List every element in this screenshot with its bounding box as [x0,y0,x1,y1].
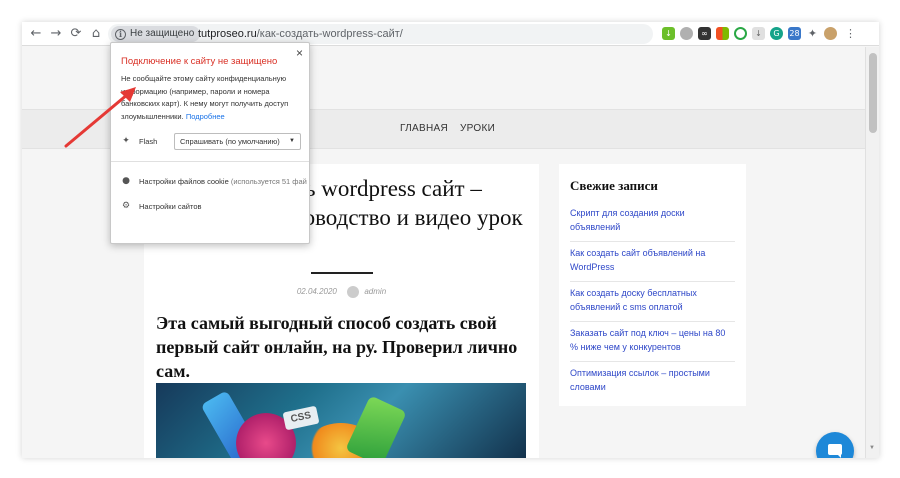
page-scrollbar[interactable]: ▼ [865,47,879,458]
recent-post-link[interactable]: Скрипт для создания доски объявлений [570,202,735,242]
site-settings-row[interactable]: ⚙ Настройки сайтов [121,201,202,211]
download-extension-icon[interactable]: ↓ [662,27,675,40]
learn-more-link[interactable]: Подробнее [186,112,225,121]
close-icon[interactable]: × [296,46,303,60]
recent-post-link[interactable]: Заказать сайт под ключ – цены на 80 % ни… [570,322,735,362]
site-settings-label: Настройки сайтов [139,201,202,211]
glasses-extension-icon[interactable]: ∞ [698,27,711,40]
puzzle-icon[interactable]: ✦ [806,27,819,40]
cookie-count-note: (используется 51 фай [230,176,307,186]
popup-divider [111,161,309,162]
widget-heading: Свежие записи [570,178,658,193]
address-bar[interactable]: i Не защищено tutproseo.ru/как-создать-w… [108,24,729,44]
cookie-settings-label: Настройки файлов cookie [139,176,229,186]
nav-item-home[interactable]: ГЛАВНАЯ [400,123,448,134]
annotation-arrow [64,87,136,148]
recent-posts-widget: Свежие записи Скрипт для создания доски … [559,164,746,406]
back-arrow-icon[interactable]: ← [28,26,44,42]
security-chip-label: Не защищено [130,28,195,39]
author-avatar [347,286,360,298]
reload-icon[interactable]: ⟳ [68,26,84,42]
recent-post-link[interactable]: Оптимизация ссылок – простыми словами [570,362,735,401]
url-text[interactable]: tutproseo.ru/как-создать-wordpress-сайт/ [198,27,403,41]
nav-item-lessons[interactable]: УРОКИ [460,123,495,134]
article-lead: Эта самый выгодный способ создать свой п… [156,313,518,381]
article-hero-image: CSS [156,383,526,458]
chevron-down-icon: ▼ [289,138,295,144]
chat-widget-button[interactable] [816,432,854,458]
security-chip[interactable]: i Не защищено [111,26,201,42]
tiles-extension-icon[interactable] [716,27,729,40]
browser-window: ← → ⟳ ⌂ i Не защищено tutproseo.ru/как-с… [22,22,879,458]
scrollbar-thumb[interactable] [869,53,877,133]
flash-select-value: Спрашивать (по умолчанию) [180,137,280,146]
record-extension-icon[interactable] [734,27,747,40]
title-divider [311,272,373,274]
recent-post-link[interactable]: Как создать доску бесплатных объявлений … [570,282,735,322]
url-host: tutproseo.ru [198,28,257,40]
gear-icon: ⚙ [121,201,131,211]
article-meta: 02.04.2020 admin [144,286,539,298]
cookie-settings-row[interactable]: ● Настройки файлов cookie (используется … [121,176,307,186]
menu-kebab-icon[interactable]: ⋮ [844,27,857,40]
badge-extension-icon[interactable]: 28 [788,27,801,40]
chat-bubble-tail [836,453,841,458]
forward-arrow-icon[interactable]: → [48,26,64,42]
grammar-extension-icon[interactable]: G [770,27,783,40]
popup-warning-title: Подключение к сайту не защищено [121,56,278,67]
cookie-icon: ● [122,176,130,186]
info-icon: i [115,28,126,40]
url-path: /как-создать-wordpress-сайт/ [256,28,403,40]
globe-extension-icon[interactable] [680,27,693,40]
hero-css-badge: CSS [282,405,320,431]
save-extension-icon[interactable]: ↓ [752,27,765,40]
popup-warning-body: Не сообщайте этому сайту конфиденциальну… [121,73,303,123]
home-icon[interactable]: ⌂ [88,26,104,42]
article-date: 02.04.2020 [296,287,337,297]
flash-permission-select[interactable]: Спрашивать (по умолчанию) ▼ [174,133,301,150]
recent-posts-list: Скрипт для создания доски объявлений Как… [570,202,735,401]
scroll-down-icon[interactable]: ▼ [869,445,875,451]
article-author[interactable]: admin [364,287,386,296]
profile-avatar[interactable] [824,27,837,40]
recent-post-link[interactable]: Как создать сайт объявлений на WordPress [570,242,735,282]
